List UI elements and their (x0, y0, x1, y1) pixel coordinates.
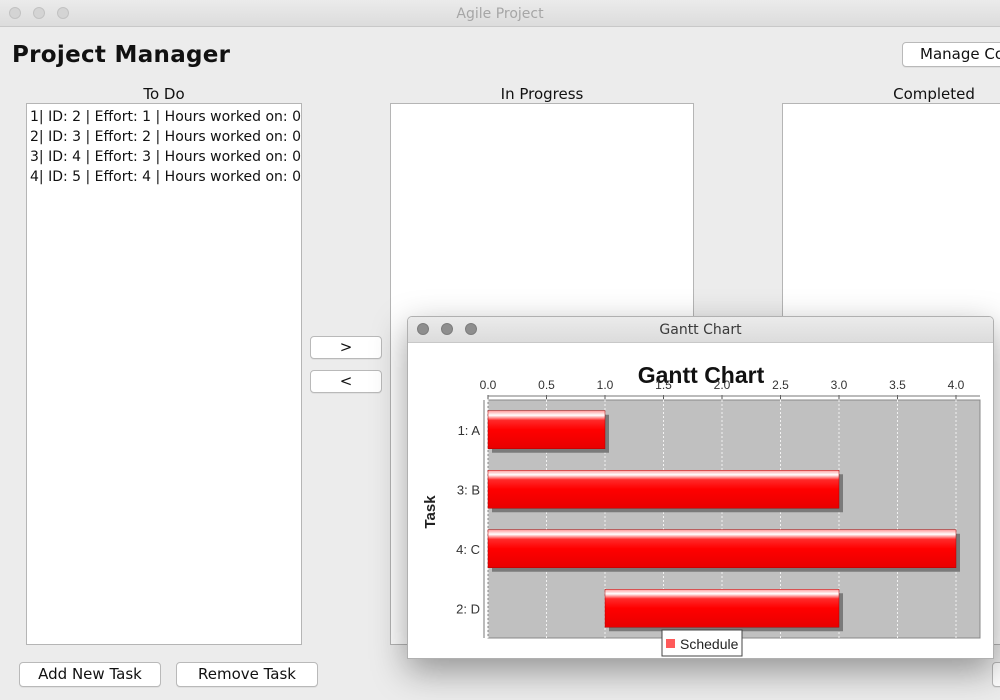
window-title: Agile Project (456, 6, 544, 22)
gantt-window[interactable]: Gantt Chart Gantt Chart 0.0 0.5 1.0 1.5 2.0 2… (407, 316, 994, 659)
list-item[interactable]: 3| ID: 4 | Effort: 3 | Hours worked on: … (27, 147, 301, 167)
x-axis: 0.0 0.5 1.0 1.5 2.0 2.5 3.0 3.5 4.0 (480, 378, 980, 399)
page-title: Project Manager (12, 42, 231, 68)
move-forward-button[interactable]: > (310, 336, 382, 359)
gantt-bar (487, 529, 957, 568)
y-tick-label: 3: B (457, 482, 480, 497)
x-tick-label: 2.5 (772, 378, 789, 392)
legend: Schedule (661, 629, 743, 657)
x-tick-label: 3.0 (831, 378, 848, 392)
x-tick-label: 1.0 (597, 378, 614, 392)
gantt-bar (487, 410, 606, 449)
completed-action-button[interactable] (992, 662, 1000, 687)
y-tick-label: 2: D (456, 601, 480, 616)
x-tick-label: 3.5 (889, 378, 906, 392)
todo-header: To Do (143, 85, 185, 103)
list-item[interactable]: 2| ID: 3 | Effort: 2 | Hours worked on: … (27, 127, 301, 147)
y-tick-label: 4: C (456, 542, 480, 557)
gantt-bar (604, 589, 840, 628)
legend-swatch (666, 639, 675, 648)
gantt-chart: Gantt Chart 0.0 0.5 1.0 1.5 2.0 2.5 3.0 3.5 4.0 … (422, 362, 981, 657)
x-tick-label: 2.0 (714, 378, 731, 392)
completed-header: Completed (893, 85, 975, 103)
in-progress-header: In Progress (500, 85, 584, 103)
y-tick-label: 1: A (458, 423, 481, 438)
x-tick-label: 4.0 (948, 378, 965, 392)
y-axis-label: Task (422, 495, 439, 529)
legend-label: Schedule (680, 636, 739, 652)
remove-task-button[interactable]: Remove Task (176, 662, 318, 687)
move-back-button[interactable]: < (310, 370, 382, 393)
list-item[interactable]: 1| ID: 2 | Effort: 1 | Hours worked on: … (27, 107, 301, 127)
gantt-bar (487, 470, 840, 509)
main-titlebar[interactable]: Agile Project (0, 0, 1000, 27)
add-task-button[interactable]: Add New Task (19, 662, 161, 687)
y-axis: 1: A 3: B 4: C 2: D (456, 400, 485, 638)
todo-list[interactable]: 1| ID: 2 | Effort: 1 | Hours worked on: … (26, 103, 302, 645)
x-tick-label: 1.5 (655, 378, 672, 392)
list-item[interactable]: 4| ID: 5 | Effort: 4 | Hours worked on: … (27, 167, 301, 187)
gantt-window-title: Gantt Chart (659, 322, 742, 338)
x-tick-label: 0.5 (538, 378, 555, 392)
x-tick-label: 0.0 (480, 378, 497, 392)
manage-button[interactable]: Manage Co (902, 42, 1000, 67)
gantt-titlebar[interactable]: Gantt Chart (408, 317, 993, 343)
